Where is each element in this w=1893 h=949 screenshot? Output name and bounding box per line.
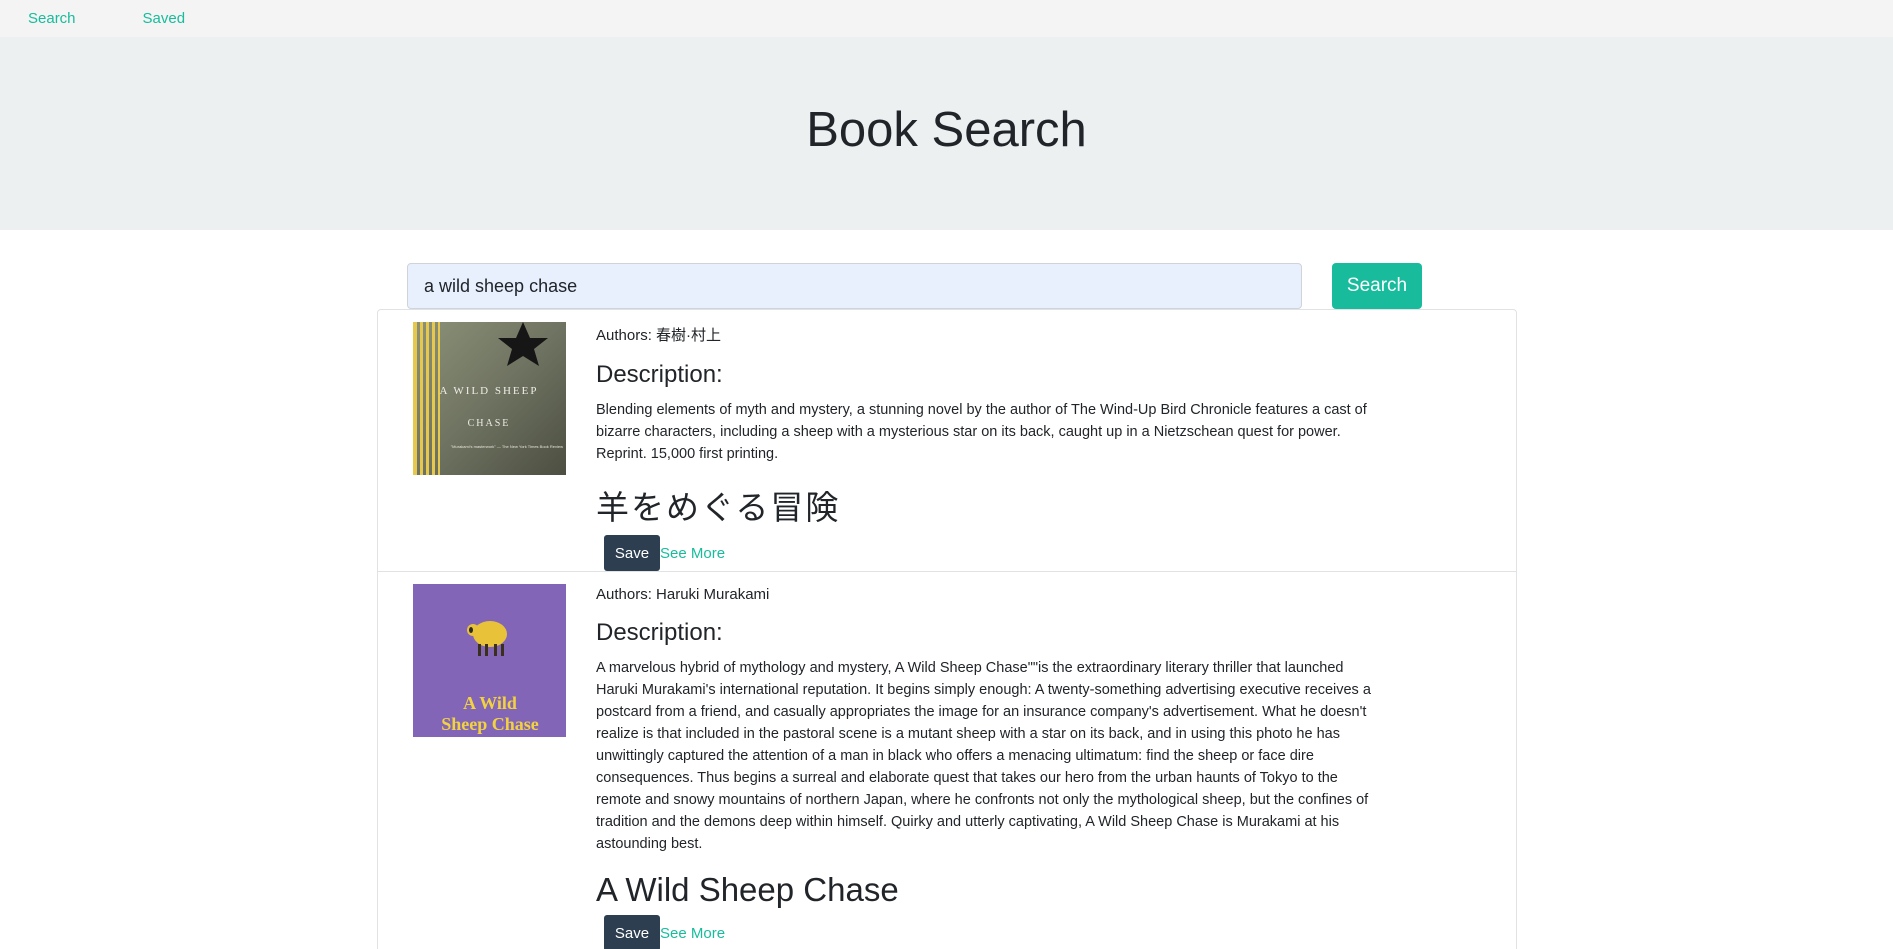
see-more-link[interactable]: See More [660,925,725,942]
hero-banner: Book Search [0,37,1893,230]
book-title: 羊をめぐる冒険 [596,489,841,526]
book-info: Authors: Haruki Murakami Description: A … [596,582,1386,949]
book-title: A Wild Sheep Chase [596,871,899,908]
page-title: Book Search [806,102,1087,157]
results-list: A WILD SHEEP CHASE "Murakami's masterwor… [377,309,1517,949]
save-button[interactable]: Save [604,535,660,571]
cover-title-line2: Sheep Chase [441,714,539,734]
book-actions: Save See More [596,535,1386,571]
book-actions: Save See More [596,915,1386,949]
book-authors: Authors: Haruki Murakami [596,586,770,603]
search-form: Search [407,263,1422,309]
book-description: A marvelous hybrid of mythology and myst… [596,660,1371,852]
cover-blurb: "Murakami's masterwork" — The New York T… [451,444,563,449]
description-heading: Description: [596,619,723,646]
book-authors: Authors: 春樹·村上 [596,327,722,344]
search-button[interactable]: Search [1332,263,1422,309]
nav-search-link[interactable]: Search [28,10,76,27]
cover-title-line2: CHASE [468,418,511,429]
description-heading: Description: [596,361,723,388]
search-input[interactable] [407,263,1302,309]
save-button[interactable]: Save [604,915,660,949]
result-item: A Wild Sheep Chase Authors: Haruki Murak… [378,572,1516,949]
cover-title-line1: A Wild [463,693,517,713]
book-info: Authors: 春樹·村上 Description: Blending ele… [596,320,1386,571]
cover-title-line1: A WILD SHEEP [440,385,539,397]
result-item: A WILD SHEEP CHASE "Murakami's masterwor… [378,310,1516,572]
nav-saved-link[interactable]: Saved [143,10,186,27]
book-cover-image: A Wild Sheep Chase [413,584,566,737]
top-nav: Search Saved [0,0,1893,37]
book-description: Blending elements of myth and mystery, a… [596,402,1367,462]
book-cover-image: A WILD SHEEP CHASE "Murakami's masterwor… [413,322,566,475]
see-more-link[interactable]: See More [660,545,725,562]
